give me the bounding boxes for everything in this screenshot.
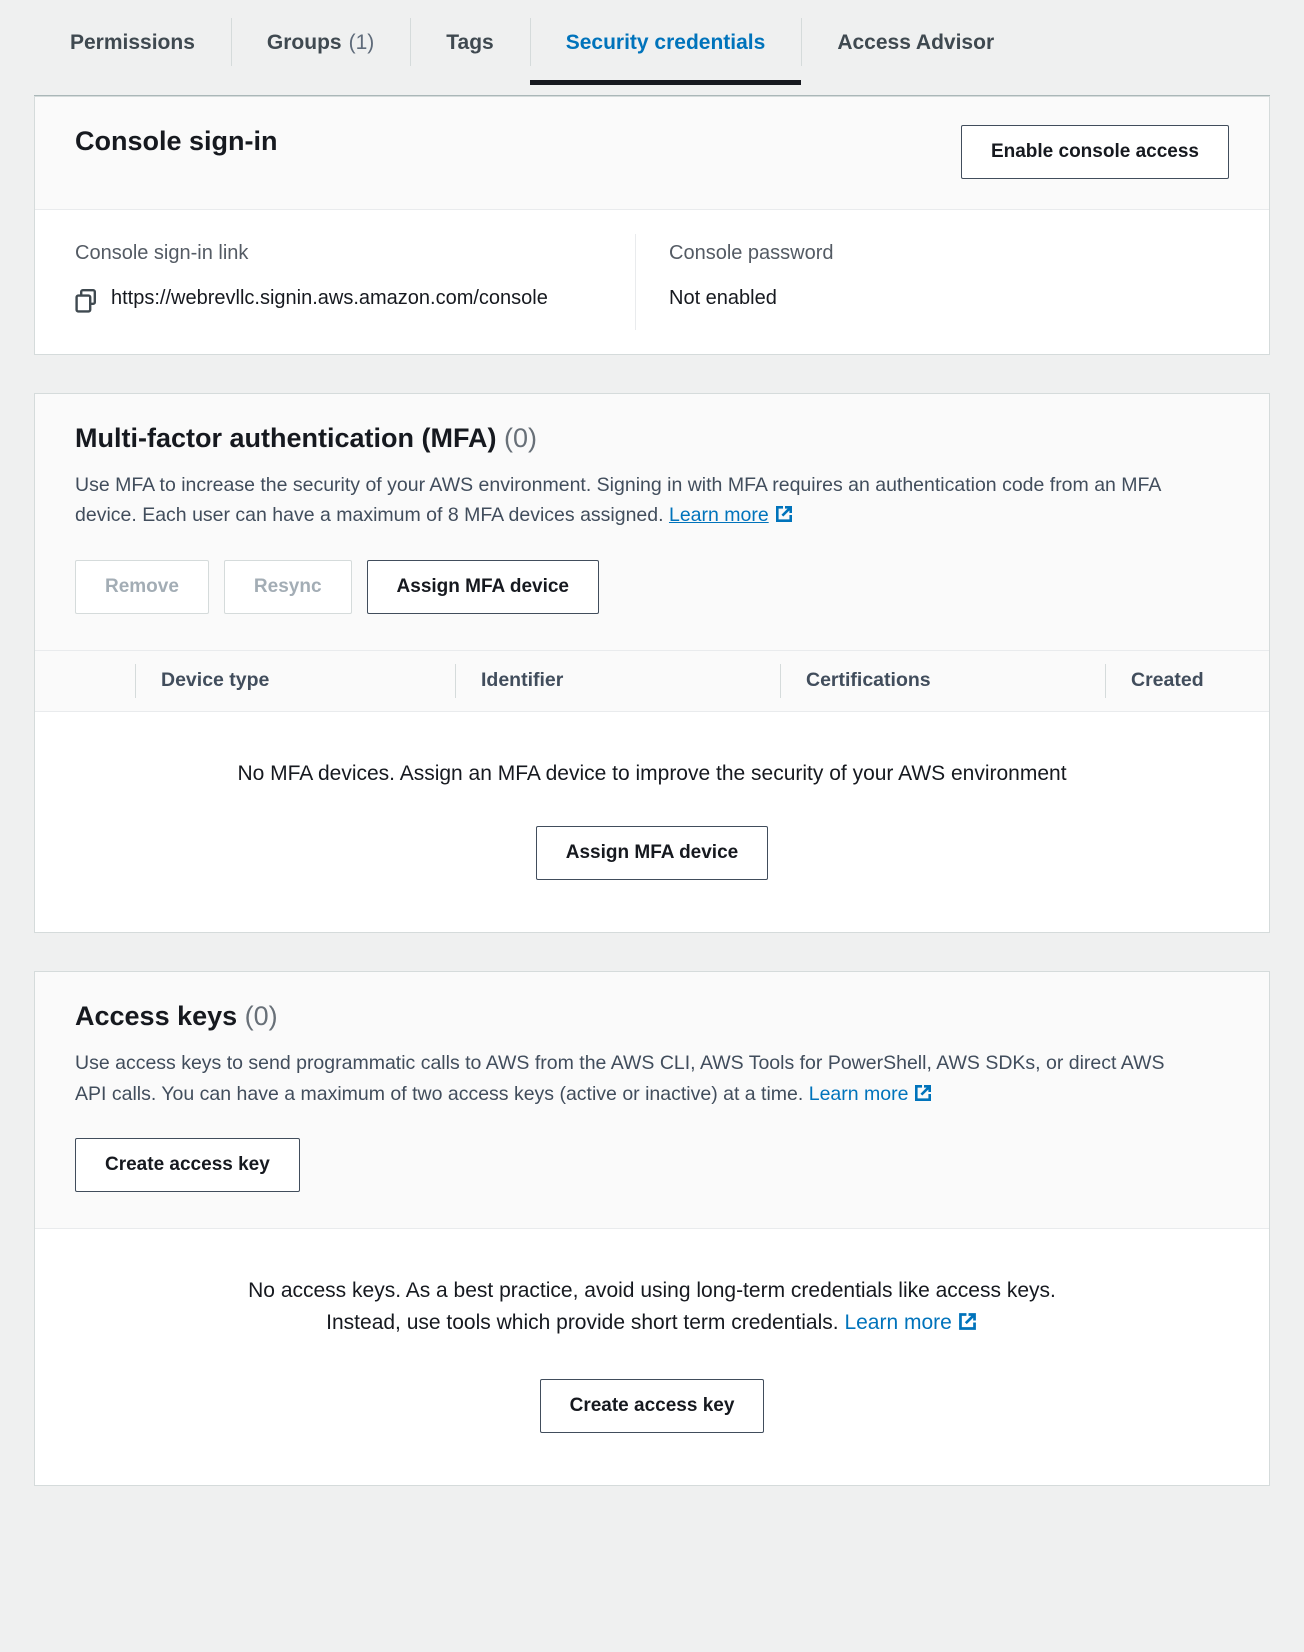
mfa-column-certifications[interactable]: Certifications — [780, 651, 1105, 711]
resync-mfa-button[interactable]: Resync — [224, 560, 352, 614]
console-password-value: Not enabled — [669, 284, 1199, 313]
tab-groups[interactable]: Groups (1) — [231, 0, 410, 84]
console-signin-link-value[interactable]: https://webrevllc.signin.aws.amazon.com/… — [111, 284, 548, 313]
tab-bar-divider — [34, 95, 1270, 96]
access-keys-empty-create-button[interactable]: Create access key — [540, 1379, 765, 1433]
access-keys-description: Use access keys to send programmatic cal… — [75, 1048, 1175, 1111]
tab-groups-count: (1) — [349, 32, 375, 53]
access-keys-empty-state: No access keys. As a best practice, avoi… — [35, 1229, 1269, 1485]
access-keys-card: Access keys (0) Use access keys to send … — [34, 971, 1270, 1486]
mfa-card: Multi-factor authentication (MFA) (0) Us… — [34, 393, 1270, 933]
access-keys-header: Access keys (0) Use access keys to send … — [35, 972, 1269, 1228]
tab-permissions[interactable]: Permissions — [34, 0, 231, 84]
console-signin-header: Console sign-in Enable console access — [35, 97, 1269, 210]
access-keys-empty-line2: Instead, use tools which provide short t… — [326, 1311, 844, 1334]
external-link-icon[interactable] — [913, 1082, 933, 1112]
mfa-column-created[interactable]: Created — [1105, 651, 1269, 711]
console-password-label: Console password — [669, 240, 1199, 266]
mfa-empty-state: No MFA devices. Assign an MFA device to … — [35, 712, 1269, 932]
tab-label: Security credentials — [566, 32, 766, 53]
mfa-title-text: Multi-factor authentication (MFA) — [75, 423, 496, 453]
mfa-header: Multi-factor authentication (MFA) (0) Us… — [35, 394, 1269, 650]
console-signin-title: Console sign-in — [75, 125, 278, 157]
external-link-icon[interactable] — [957, 1310, 978, 1343]
access-keys-button-row: Create access key — [75, 1138, 1229, 1192]
page-content: Console sign-in Enable console access Co… — [0, 96, 1304, 1486]
mfa-button-row: Remove Resync Assign MFA device — [75, 560, 1229, 614]
access-keys-learn-more-link[interactable]: Learn more — [809, 1083, 909, 1105]
console-password-column: Console password Not enabled — [635, 240, 1229, 318]
access-keys-empty-line1: No access keys. As a best practice, avoi… — [248, 1279, 1056, 1302]
mfa-description: Use MFA to increase the security of your… — [75, 470, 1175, 533]
mfa-title: Multi-factor authentication (MFA) (0) — [75, 422, 1229, 454]
external-link-icon[interactable] — [774, 503, 794, 533]
console-signin-link-label: Console sign-in link — [75, 240, 605, 266]
mfa-learn-more-link[interactable]: Learn more — [669, 504, 769, 526]
mfa-table-select-column — [35, 651, 135, 711]
copy-icon[interactable] — [75, 289, 97, 318]
access-keys-empty-text: No access keys. As a best practice, avoi… — [65, 1275, 1239, 1343]
console-signin-card: Console sign-in Enable console access Co… — [34, 96, 1270, 355]
access-keys-body: No access keys. As a best practice, avoi… — [35, 1228, 1269, 1485]
create-access-key-button[interactable]: Create access key — [75, 1138, 300, 1192]
access-keys-title-text: Access keys — [75, 1001, 237, 1031]
mfa-column-device-type[interactable]: Device type — [135, 651, 455, 711]
mfa-column-identifier[interactable]: Identifier — [455, 651, 780, 711]
access-keys-count: (0) — [245, 1001, 278, 1031]
access-keys-description-text: Use access keys to send programmatic cal… — [75, 1052, 1164, 1104]
console-signin-link-value-row: https://webrevllc.signin.aws.amazon.com/… — [75, 284, 605, 318]
mfa-empty-text: No MFA devices. Assign an MFA device to … — [65, 758, 1239, 791]
access-keys-empty-learn-more-link[interactable]: Learn more — [844, 1311, 951, 1334]
mfa-table-header: Device type Identifier Certifications Cr… — [35, 650, 1269, 712]
tab-label: Groups — [267, 32, 342, 53]
console-signin-link-column: Console sign-in link https://webrevllc.s… — [75, 240, 635, 318]
tab-label: Access Advisor — [837, 32, 994, 53]
tab-tags[interactable]: Tags — [410, 0, 529, 84]
tab-label: Tags — [446, 32, 493, 53]
mfa-description-text: Use MFA to increase the security of your… — [75, 474, 1160, 526]
tab-bar: Permissions Groups (1) Tags Security cre… — [0, 0, 1304, 96]
tab-label: Permissions — [70, 32, 195, 53]
enable-console-access-button[interactable]: Enable console access — [961, 125, 1229, 179]
remove-mfa-button[interactable]: Remove — [75, 560, 209, 614]
mfa-count: (0) — [504, 423, 537, 453]
tab-access-advisor[interactable]: Access Advisor — [801, 0, 1030, 84]
access-keys-title: Access keys (0) — [75, 1000, 1229, 1032]
assign-mfa-device-button[interactable]: Assign MFA device — [367, 560, 599, 614]
console-signin-body: Console sign-in link https://webrevllc.s… — [35, 210, 1269, 354]
tab-security-credentials[interactable]: Security credentials — [530, 0, 802, 84]
mfa-empty-assign-button[interactable]: Assign MFA device — [536, 826, 768, 880]
